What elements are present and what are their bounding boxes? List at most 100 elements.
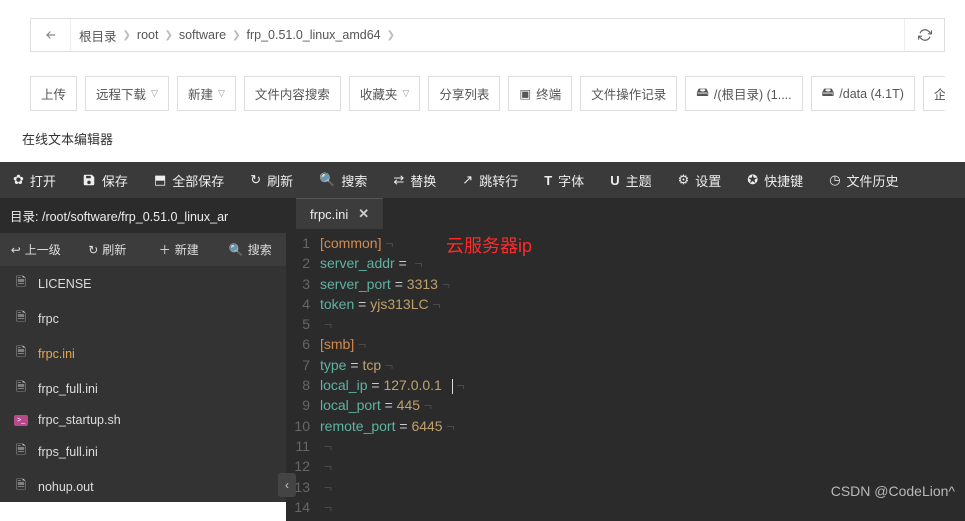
- file-row[interactable]: 🗎 LICENSE: [0, 266, 286, 301]
- line-content: local_ip = 127.0.0.1 ¬: [320, 375, 465, 395]
- breadcrumb-bar: 根目录❯root❯software❯frp_0.51.0_linux_amd64…: [30, 18, 945, 52]
- line-number: 14: [286, 497, 320, 517]
- tabbar: frpc.ini ✕: [286, 198, 965, 229]
- file-icon: 🗎: [14, 441, 28, 462]
- line-number: 7: [286, 355, 320, 375]
- tab-active[interactable]: frpc.ini ✕: [296, 198, 383, 229]
- line-content: token = yjs313LC ¬: [320, 294, 441, 314]
- sidebar: 目录: /root/software/frp_0.51.0_linux_ar ↩…: [0, 198, 286, 502]
- file-name: frpc_startup.sh: [38, 413, 121, 427]
- file-icon: >_: [14, 415, 28, 426]
- line-content: ¬: [320, 497, 332, 517]
- file-icon: 🗎: [14, 343, 28, 364]
- code-line: 8local_ip = 127.0.0.1 ¬: [286, 375, 965, 395]
- menu-open[interactable]: ✿打开: [0, 162, 69, 198]
- breadcrumb-segment[interactable]: software: [179, 28, 226, 42]
- menu-settings[interactable]: ⚙设置: [665, 162, 735, 198]
- line-number: 1: [286, 233, 320, 253]
- breadcrumb-path: 根目录❯root❯software❯frp_0.51.0_linux_amd64…: [71, 19, 904, 51]
- sidebar-up[interactable]: ↩ 上一级: [0, 237, 72, 262]
- editor: frpc.ini ✕ 云服务器ip 1[common] ¬2server_add…: [286, 198, 965, 502]
- menu-save[interactable]: 保存: [69, 162, 141, 198]
- code-line: 10remote_port = 6445 ¬: [286, 416, 965, 436]
- code-line: 11 ¬: [286, 436, 965, 456]
- menu-save-all[interactable]: ⬒全部保存: [141, 162, 237, 198]
- file-row[interactable]: 🗎 frpc: [0, 301, 286, 336]
- disk-data-button[interactable]: 🖴/data (4.1T): [811, 76, 915, 111]
- new-button[interactable]: 新建▽: [177, 76, 236, 111]
- line-content: remote_port = 6445 ¬: [320, 416, 455, 436]
- menu-search[interactable]: 🔍搜索: [306, 162, 380, 198]
- collapse-handle[interactable]: ‹: [278, 473, 296, 497]
- file-row[interactable]: >_ frpc_startup.sh: [0, 406, 286, 434]
- code-line: 7type = tcp ¬: [286, 355, 965, 375]
- line-number: 8: [286, 375, 320, 395]
- code-line: 9local_port = 445 ¬: [286, 395, 965, 415]
- line-content: ¬: [320, 314, 332, 334]
- sidebar-path: 目录: /root/software/frp_0.51.0_linux_ar: [0, 198, 286, 233]
- terminal-button[interactable]: ▣终端: [508, 76, 572, 111]
- file-name: LICENSE: [38, 277, 92, 291]
- file-icon: 🗎: [14, 273, 28, 294]
- breadcrumb-segment[interactable]: frp_0.51.0_linux_amd64: [246, 28, 380, 42]
- menu-theme[interactable]: U主题: [597, 162, 664, 198]
- workspace: 目录: /root/software/frp_0.51.0_linux_ar ↩…: [0, 198, 965, 502]
- code-area[interactable]: 云服务器ip 1[common] ¬2server_addr = ¬3serve…: [286, 229, 965, 521]
- chevron-right-icon: ❯: [123, 30, 131, 41]
- file-row[interactable]: 🗎 frpc.ini: [0, 336, 286, 371]
- close-icon[interactable]: ✕: [358, 206, 369, 222]
- enterprise-button[interactable]: 企业级防篡改: [923, 76, 945, 111]
- line-content: type = tcp ¬: [320, 355, 393, 375]
- share-list-button[interactable]: 分享列表: [428, 76, 500, 111]
- line-content: ¬: [320, 436, 332, 456]
- editor-title: 在线文本编辑器: [0, 111, 965, 162]
- menu-font[interactable]: T字体: [531, 162, 597, 198]
- line-content: [smb] ¬: [320, 334, 366, 354]
- line-number: 2: [286, 253, 320, 273]
- refresh-button[interactable]: [904, 19, 944, 51]
- line-content: [common] ¬: [320, 233, 394, 253]
- file-row[interactable]: 🗎nohup.out: [0, 469, 286, 502]
- remote-download-button[interactable]: 远程下载▽: [85, 76, 169, 111]
- back-button[interactable]: [31, 19, 71, 51]
- line-content: local_port = 445 ¬: [320, 395, 432, 415]
- file-name: frpc_full.ini: [38, 382, 98, 396]
- menu-history[interactable]: ◷文件历史: [816, 162, 911, 198]
- menu-goto[interactable]: ↗跳转行: [449, 162, 531, 198]
- file-row[interactable]: 🗎frps_full.ini: [0, 434, 286, 469]
- sidebar-search[interactable]: 🔍 搜索: [215, 237, 287, 262]
- breadcrumb-segment[interactable]: root: [137, 28, 159, 42]
- code-line: 5 ¬: [286, 314, 965, 334]
- menu-replace[interactable]: ⇄替换: [380, 162, 449, 198]
- content-search-button[interactable]: 文件内容搜索: [244, 76, 341, 111]
- code-line: 6[smb] ¬: [286, 334, 965, 354]
- code-line: 4token = yjs313LC ¬: [286, 294, 965, 314]
- annotation-label: 云服务器ip: [446, 233, 532, 259]
- line-number: 11: [286, 436, 320, 456]
- line-content: ¬: [320, 477, 332, 497]
- favorites-button[interactable]: 收藏夹▽: [349, 76, 420, 111]
- sidebar-refresh[interactable]: ↻ 刷新: [72, 237, 144, 262]
- disk-root-button[interactable]: 🖴/(根目录) (1....: [685, 76, 802, 111]
- upload-button[interactable]: 上传: [30, 76, 77, 111]
- tab-label: frpc.ini: [310, 207, 348, 222]
- file-name: frpc.ini: [38, 347, 75, 361]
- line-content: ¬: [320, 456, 332, 476]
- file-icon: 🗎: [14, 308, 28, 329]
- watermark: CSDN @CodeLion^: [831, 483, 955, 499]
- file-icon: 🗎: [14, 378, 28, 399]
- file-list: 🗎 LICENSE 🗎 frpc 🗎 frpc.ini 🗎 frpc_full.ini >_ fr…: [0, 266, 286, 502]
- breadcrumb-segment[interactable]: 根目录: [79, 26, 117, 45]
- line-content: server_port = 3313 ¬: [320, 274, 450, 294]
- sidebar-new[interactable]: ＋ 新建: [143, 237, 215, 262]
- menu-refresh[interactable]: ↻刷新: [237, 162, 306, 198]
- file-row[interactable]: 🗎 frpc_full.ini: [0, 371, 286, 406]
- toolbar: 上传 远程下载▽ 新建▽ 文件内容搜索 收藏夹▽ 分享列表 ▣终端 文件操作记录…: [30, 76, 945, 111]
- file-name: frpc: [38, 312, 59, 326]
- op-log-button[interactable]: 文件操作记录: [580, 76, 677, 111]
- line-number: 4: [286, 294, 320, 314]
- code-line: 12 ¬: [286, 456, 965, 476]
- menu-shortcuts[interactable]: ✪快捷键: [734, 162, 816, 198]
- file-icon: 🗎: [14, 476, 28, 497]
- code-line: 1[common] ¬: [286, 233, 965, 253]
